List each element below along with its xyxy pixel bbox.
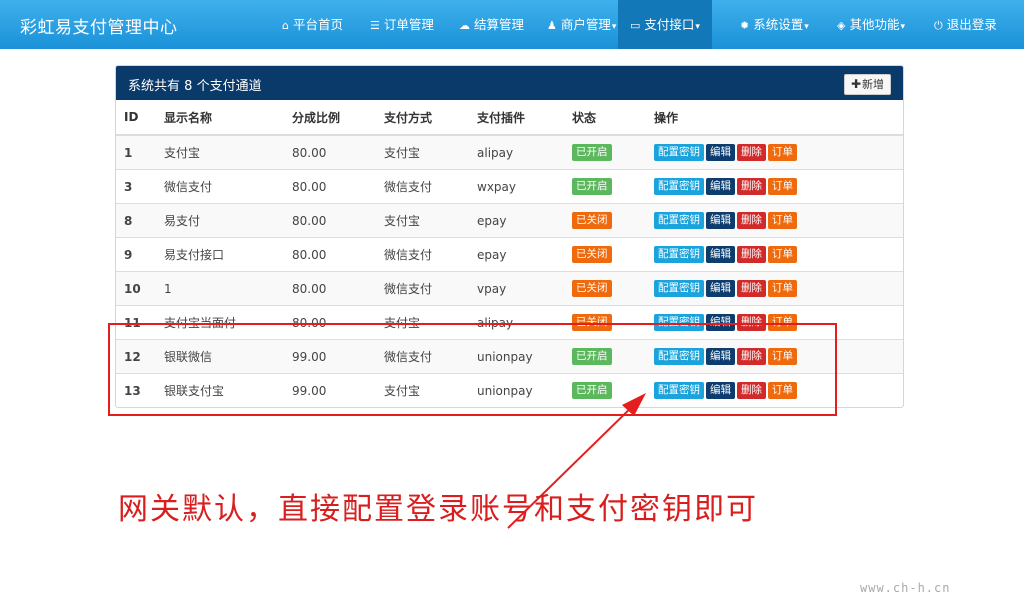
watermark: www.ch-h.cn xyxy=(860,581,951,595)
annotation-text: 网关默认，直接配置登录账号和支付密钥即可 xyxy=(118,492,758,527)
